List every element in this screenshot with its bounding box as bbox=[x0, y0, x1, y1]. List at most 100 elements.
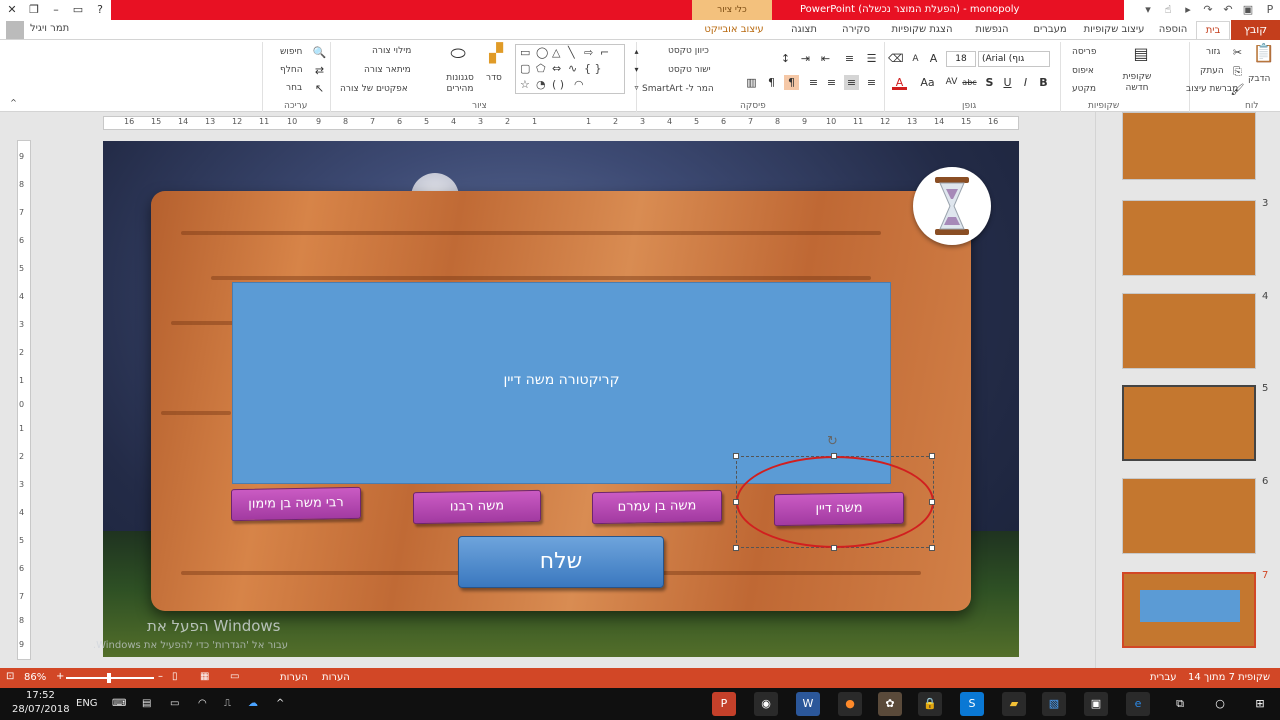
align-text-button[interactable]: ישור טקסט bbox=[668, 65, 711, 75]
paste-label[interactable]: הדבק bbox=[1248, 74, 1270, 84]
tab-animations[interactable]: הנפשות bbox=[962, 21, 1022, 39]
arc-shape-icon[interactable]: ◠ bbox=[574, 78, 584, 91]
slide-thumbnail[interactable] bbox=[1122, 478, 1256, 554]
brace-shape-icon[interactable]: { } bbox=[584, 62, 602, 75]
resize-handle[interactable] bbox=[929, 499, 935, 505]
new-slide-button[interactable]: שקופית חדשה bbox=[1117, 72, 1157, 94]
shape-effects-button[interactable]: אפקטים של צורה bbox=[340, 84, 408, 94]
onedrive-icon[interactable]: ☁ bbox=[248, 698, 258, 709]
tab-view[interactable]: תצוגה bbox=[780, 21, 828, 39]
bullets-icon[interactable]: ☰ bbox=[864, 51, 879, 66]
search-icon[interactable]: ○ bbox=[1208, 692, 1232, 716]
taskbar-firefox-icon[interactable]: ● bbox=[838, 692, 862, 716]
quick-styles-button[interactable]: סגנונות מהירים bbox=[440, 73, 480, 95]
resize-handle[interactable] bbox=[733, 453, 739, 459]
fit-slide-icon[interactable]: ⊡ bbox=[6, 671, 14, 682]
select-button[interactable]: בחר bbox=[286, 83, 302, 93]
slideshow-icon[interactable]: ▸ bbox=[1180, 2, 1196, 18]
find-icon[interactable]: 🔍 bbox=[312, 45, 327, 60]
rtl-icon[interactable]: ¶ bbox=[784, 75, 799, 90]
font-color-icon[interactable]: A bbox=[892, 75, 907, 90]
touch-mode-icon[interactable]: ☝ bbox=[1160, 2, 1176, 18]
select-icon[interactable]: ↖ bbox=[312, 81, 327, 96]
numbering-icon[interactable]: ≡ bbox=[842, 51, 857, 66]
quick-styles-icon[interactable]: ⬭ bbox=[446, 45, 470, 70]
smartart-button[interactable]: SmartArt -המר ל bbox=[642, 84, 714, 94]
triangle-shape-icon[interactable]: △ bbox=[552, 46, 560, 59]
resize-handle[interactable] bbox=[733, 499, 739, 505]
zoom-slider-thumb[interactable] bbox=[107, 673, 111, 683]
shapes-gallery[interactable]: ▭ ◯ △ ╲ ⇨ ⌐ ▢ ⬠ ⇔ ∿ { } ☆ ◔ ( ) ◠ bbox=[515, 44, 625, 94]
grow-font-icon[interactable]: A bbox=[926, 51, 941, 66]
zoom-level[interactable]: 86% bbox=[24, 672, 46, 683]
resize-handle[interactable] bbox=[733, 545, 739, 551]
arrange-button[interactable]: סדר bbox=[486, 73, 502, 83]
arrange-icon[interactable]: ▞ bbox=[484, 45, 508, 70]
gallery-more-icon[interactable]: ▿ bbox=[629, 80, 644, 95]
answer-button-rambam[interactable]: רבי משה בן מימון bbox=[231, 486, 361, 522]
close-icon[interactable]: ✕ bbox=[4, 2, 20, 18]
underline-button[interactable]: U bbox=[1000, 75, 1015, 90]
reset-button[interactable]: איפוס bbox=[1072, 66, 1094, 76]
new-slide-icon[interactable]: ▤ bbox=[1130, 46, 1152, 70]
tab-file[interactable]: קובץ bbox=[1231, 20, 1280, 40]
resize-handle[interactable] bbox=[831, 453, 837, 459]
clock-time[interactable]: 17:52 bbox=[26, 690, 55, 701]
keyboard-icon[interactable]: ⌨ bbox=[112, 698, 126, 709]
red-ellipse-shape[interactable] bbox=[736, 456, 934, 548]
callout-shape-icon[interactable]: ◔ bbox=[536, 78, 546, 91]
shrink-font-icon[interactable]: A bbox=[908, 52, 923, 67]
rotate-handle-icon[interactable]: ↻ bbox=[827, 434, 838, 449]
resize-handle[interactable] bbox=[929, 453, 935, 459]
usb-icon[interactable]: ⎍ bbox=[224, 698, 231, 709]
connector-shape-icon[interactable]: ⌐ bbox=[600, 46, 609, 59]
taskbar-app-icon[interactable]: ✿ bbox=[878, 692, 902, 716]
replace-icon[interactable]: ⇄ bbox=[312, 63, 327, 78]
shape-fill-button[interactable]: מילוי צורה bbox=[372, 46, 411, 56]
align-center-icon[interactable]: ≡ bbox=[844, 75, 859, 90]
format-painter-button[interactable]: מברשת עיצוב bbox=[1186, 84, 1238, 94]
ltr-icon[interactable]: ¶ bbox=[764, 75, 779, 90]
taskbar-powerpoint-icon[interactable]: P bbox=[712, 692, 736, 716]
bracket-shape-icon[interactable]: ( ) bbox=[552, 78, 564, 91]
redo-icon[interactable]: ↷ bbox=[1200, 2, 1216, 18]
taskbar-lock-icon[interactable]: 🔒 bbox=[918, 692, 942, 716]
zoom-out-icon[interactable]: – bbox=[158, 671, 163, 682]
zoom-in-icon[interactable]: + bbox=[56, 671, 64, 682]
slide-thumbnail[interactable] bbox=[1122, 385, 1256, 461]
shadow-button[interactable]: S bbox=[982, 75, 997, 90]
help-icon[interactable]: ? bbox=[92, 2, 108, 18]
tray-expand-icon[interactable]: ^ bbox=[276, 698, 284, 709]
curve-shape-icon[interactable]: ∿ bbox=[568, 62, 577, 75]
rectangle-shape-icon[interactable]: ▭ bbox=[520, 46, 530, 59]
task-view-icon[interactable]: ⧉ bbox=[1168, 692, 1192, 716]
line-spacing-icon[interactable]: ↕ bbox=[778, 51, 793, 66]
undo-icon[interactable]: ↶ bbox=[1220, 2, 1236, 18]
answer-button-moshe-rabbeinu[interactable]: משה רבנו bbox=[413, 489, 541, 525]
align-right-icon[interactable]: ≡ bbox=[864, 75, 879, 90]
decrease-indent-icon[interactable]: ⇤ bbox=[818, 51, 833, 66]
pentagon-shape-icon[interactable]: ⬠ bbox=[536, 62, 546, 75]
change-case-icon[interactable]: Aa bbox=[920, 75, 935, 90]
tab-review[interactable]: סקירה bbox=[830, 21, 882, 39]
double-arrow-shape-icon[interactable]: ⇔ bbox=[552, 62, 561, 75]
tab-format[interactable]: עיצוב אובייקט bbox=[692, 21, 776, 39]
answer-button-moshe-ben-amram[interactable]: משה בן עמרם bbox=[592, 489, 722, 525]
battery-icon[interactable]: ▭ bbox=[170, 698, 179, 709]
shape-outline-button[interactable]: מיתאר צורה bbox=[364, 65, 411, 75]
arrow-shape-icon[interactable]: ⇨ bbox=[584, 46, 593, 59]
taskbar-store-icon[interactable]: ▣ bbox=[1084, 692, 1108, 716]
cut-button[interactable]: גזור bbox=[1206, 47, 1220, 57]
tab-slideshow[interactable]: הצגת שקופיות bbox=[884, 21, 960, 39]
normal-view-icon[interactable]: ▭ bbox=[230, 671, 239, 682]
language-indicator[interactable]: עברית bbox=[1150, 672, 1177, 683]
strikethrough-button[interactable]: abc bbox=[962, 75, 977, 90]
minimize-icon[interactable]: – bbox=[48, 2, 64, 18]
italic-button[interactable]: I bbox=[1018, 75, 1033, 90]
font-size-select[interactable]: 18 bbox=[946, 51, 976, 67]
justify-icon[interactable]: ≡ bbox=[806, 75, 821, 90]
tab-home[interactable]: בית bbox=[1196, 21, 1230, 39]
resize-handle[interactable] bbox=[929, 545, 935, 551]
gallery-scroll-down-icon[interactable]: ▾ bbox=[629, 62, 644, 77]
tab-insert[interactable]: הוספה bbox=[1152, 21, 1194, 39]
